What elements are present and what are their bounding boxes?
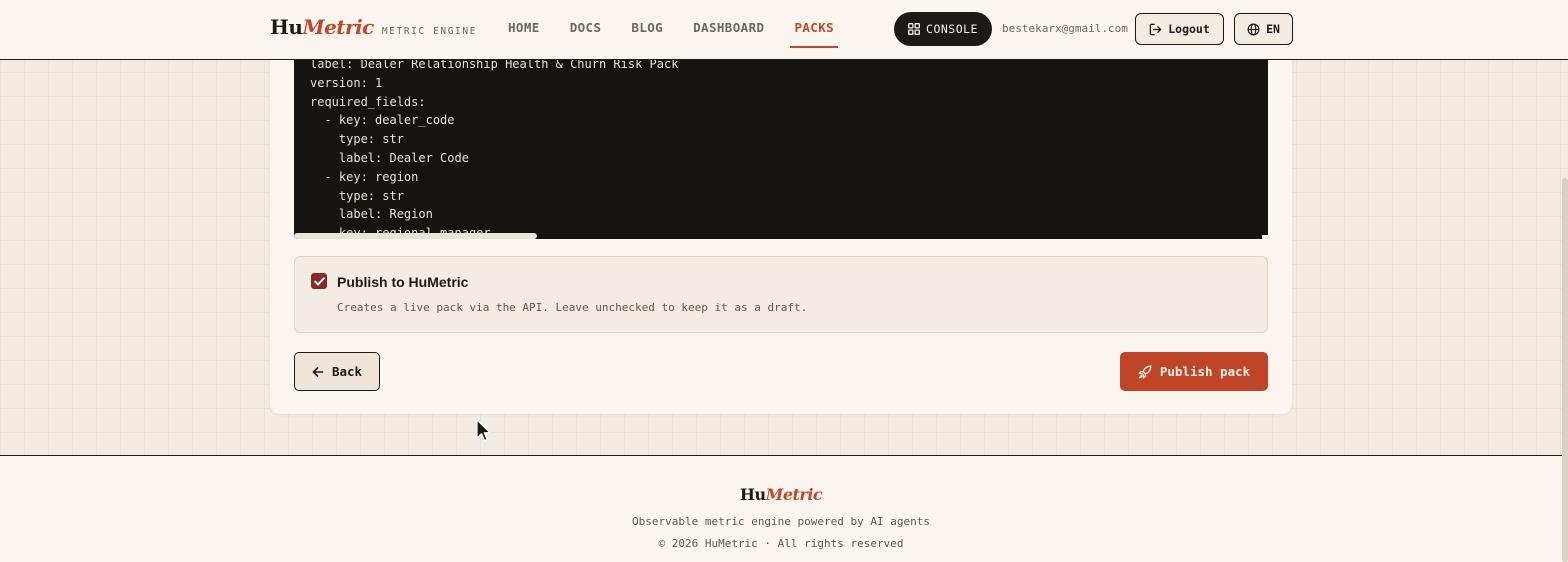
back-label: Back: [331, 364, 363, 379]
logout-button[interactable]: Logout: [1135, 13, 1224, 45]
horizontal-scrollbar[interactable]: [294, 233, 537, 239]
back-button[interactable]: Back: [294, 352, 380, 391]
publish-pack-button[interactable]: Publish pack: [1120, 352, 1268, 391]
console-label: CONSOLE: [926, 22, 978, 36]
logout-label: Logout: [1168, 22, 1210, 36]
nav-item-dashboard[interactable]: DASHBOARD: [693, 0, 764, 60]
publish-description: Creates a live pack via the API. Leave u…: [337, 301, 808, 314]
publish-option-box: Publish to HuMetric Creates a live pack …: [294, 256, 1268, 333]
top-navbar: Hu Metric METRIC ENGINE HOME DOCS BLOG DA…: [0, 0, 1568, 60]
mouse-cursor-icon: [476, 419, 491, 442]
publish-title[interactable]: Publish to HuMetric: [337, 274, 468, 290]
code-line: type: str: [310, 132, 404, 147]
globe-icon: [1247, 23, 1260, 35]
publish-pack-label: Publish pack: [1159, 364, 1251, 379]
nav-item-home[interactable]: HOME: [508, 0, 540, 60]
footer-tagline: Observable metric engine powered by AI a…: [631, 515, 930, 528]
brand-hu: Hu: [270, 15, 303, 39]
page-scrollbar[interactable]: [1562, 178, 1568, 562]
code-line: version: 1: [310, 75, 383, 90]
code-line: required_fields:: [310, 94, 426, 109]
code-line: type: str: [310, 188, 404, 203]
logout-icon: [1149, 23, 1162, 35]
nav-item-packs[interactable]: PACKS: [790, 0, 838, 60]
code-line: - key: region: [310, 169, 419, 184]
brand-logo[interactable]: Hu Metric METRIC ENGINE: [270, 15, 477, 39]
footer-logo[interactable]: HuMetric: [0, 485, 1562, 505]
user-email: bestekarx@gmail.com: [1002, 22, 1128, 35]
console-button[interactable]: CONSOLE: [894, 12, 992, 46]
scroll-corner: [1262, 235, 1268, 239]
yaml-preview: label: Dealer Relationship Health & Chur…: [294, 46, 1268, 239]
main-nav: HOME DOCS BLOG DASHBOARD PACKS: [508, 0, 864, 60]
language-label: EN: [1266, 22, 1280, 36]
language-button[interactable]: EN: [1234, 13, 1293, 45]
publish-checkbox[interactable]: [311, 273, 327, 289]
footer-brand-metric: Metric: [765, 485, 823, 504]
checkmark-icon: [313, 276, 325, 285]
code-line: - key: dealer_code: [310, 113, 455, 128]
code-line: label: Region: [310, 207, 433, 222]
footer-brand-hu: Hu: [739, 485, 766, 504]
nav-item-docs[interactable]: DOCS: [570, 0, 602, 60]
footer-copyright: © 2026 HuMetric · All rights reserved: [658, 537, 904, 550]
arrow-left-icon: [312, 366, 324, 377]
yaml-code: label: Dealer Relationship Health & Chur…: [310, 55, 678, 239]
brand-tagline: METRIC ENGINE: [381, 26, 478, 37]
nav-item-blog[interactable]: BLOG: [631, 0, 663, 60]
code-line: label: Dealer Code: [310, 150, 469, 165]
grid-icon: [908, 23, 920, 35]
footer: HuMetric Observable metric engine powere…: [0, 455, 1562, 562]
rocket-icon: [1138, 365, 1152, 378]
brand-metric: Metric: [302, 15, 374, 39]
